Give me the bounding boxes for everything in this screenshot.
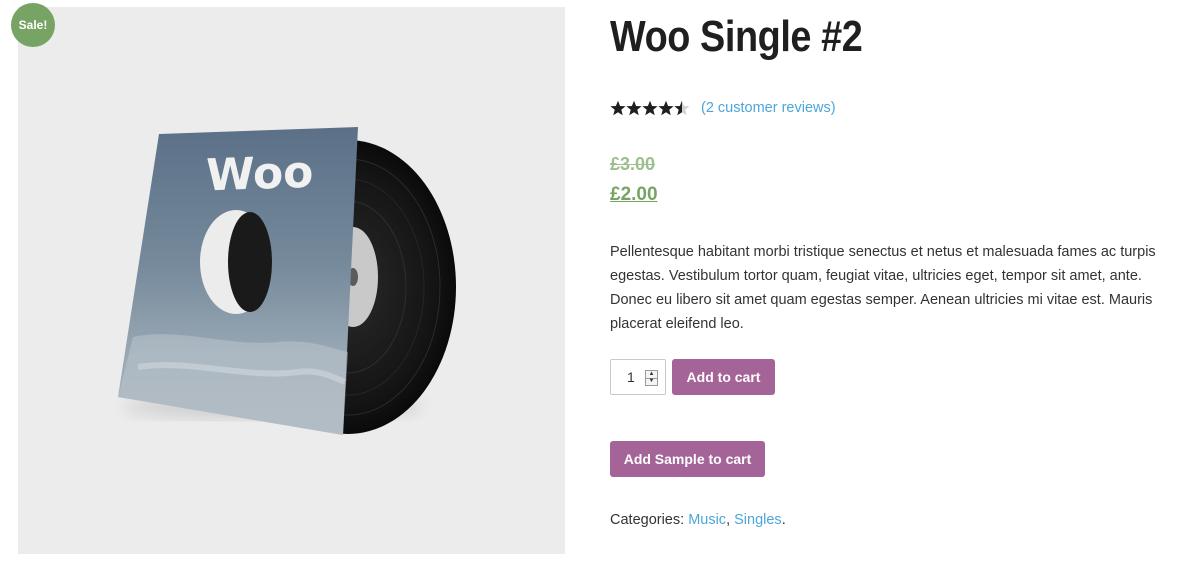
add-to-cart-button[interactable]: Add to cart: [672, 359, 775, 395]
product-title: Woo Single #2: [610, 12, 863, 61]
cover-text: Woo: [206, 147, 313, 202]
sale-badge: Sale!: [11, 3, 55, 47]
categories-label: Categories:: [610, 512, 689, 528]
category-link-singles[interactable]: Singles: [734, 512, 782, 528]
star-full-icon: [626, 100, 642, 116]
quantity-spinner[interactable]: ▲ ▼: [645, 370, 658, 386]
quantity-stepper[interactable]: 1 ▲ ▼: [610, 359, 666, 395]
star-rating: [610, 99, 694, 117]
star-half-icon: [674, 100, 690, 116]
customer-reviews-link[interactable]: (2 customer reviews): [701, 100, 836, 116]
product-page: Sale! Woo Woo Single #2 (2 customer revi…: [0, 0, 1192, 566]
vinyl-record-illustration: Woo: [118, 127, 456, 435]
sale-price: £2.00: [610, 184, 658, 205]
product-categories: Categories: Music, Singles.: [610, 512, 786, 528]
star-full-icon: [642, 100, 658, 116]
category-link-music[interactable]: Music: [688, 512, 726, 528]
product-rating: (2 customer reviews): [610, 97, 836, 119]
category-separator: ,: [726, 512, 735, 528]
spin-down-icon[interactable]: ▼: [646, 378, 657, 385]
star-full-icon: [610, 100, 626, 116]
categories-end: .: [781, 512, 786, 528]
product-image[interactable]: Woo: [18, 7, 565, 554]
star-full-icon: [658, 100, 674, 116]
product-description: Pellentesque habitant morbi tristique se…: [610, 244, 1156, 332]
quantity-value[interactable]: 1: [627, 369, 635, 385]
add-sample-to-cart-button[interactable]: Add Sample to cart: [610, 441, 765, 477]
regular-price: £3.00: [610, 154, 656, 174]
